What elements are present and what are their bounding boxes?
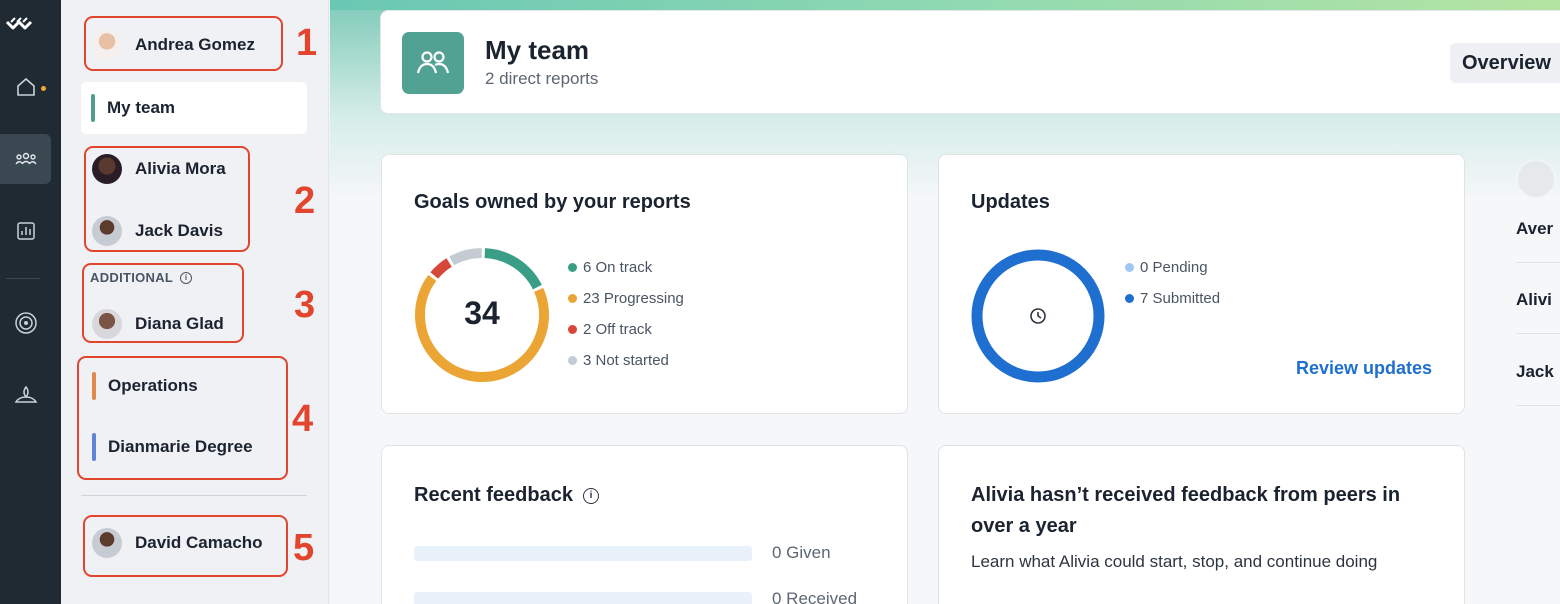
analytics-nav-button[interactable] (0, 206, 51, 256)
annotation-box-4 (77, 356, 288, 480)
page-header: My team 2 direct reports Overview (380, 10, 1560, 114)
sidebar-item-label: My team (107, 98, 176, 117)
sidebar-divider (81, 495, 307, 496)
team-sidebar: Andrea Gomez 1 My team Alivia Mora Jack … (61, 0, 329, 604)
legend-item: 0 Pending (1125, 259, 1208, 276)
team-icon (14, 152, 37, 165)
legend-dot (568, 325, 577, 334)
feedback-given-bar (414, 546, 752, 561)
goal-icon (14, 312, 37, 334)
feedback-received-bar (414, 592, 752, 604)
goals-card[interactable]: Goals owned by your reports 34 6 On trac… (381, 154, 908, 414)
feedback-card-title: Recent feedback i (414, 484, 599, 507)
row-divider (1516, 333, 1560, 334)
right-row-label: Aver (1516, 219, 1554, 238)
notification-dot (41, 86, 46, 91)
legend-item: 23 Progressing (568, 290, 684, 307)
legend-dot (568, 263, 577, 272)
updates-card-title: Updates (971, 191, 1050, 213)
donut-segment-3 (449, 248, 482, 266)
review-updates-link[interactable]: Review updates (1296, 358, 1432, 379)
donut-segment-0 (484, 248, 542, 290)
page-title: My team (485, 35, 590, 65)
avatar (1516, 159, 1556, 199)
overview-button[interactable]: Overview (1450, 43, 1560, 83)
info-icon[interactable]: i (582, 487, 599, 504)
annotation-number: 5 (293, 527, 315, 569)
peer-card-title: Alivia hasn’t received feedback from pee… (971, 484, 1401, 537)
sidebar-item-my-team[interactable]: My team (81, 82, 307, 134)
feedback-received-label: 0 Received (772, 589, 858, 604)
wellbeing-icon (14, 385, 37, 403)
legend-dot (1125, 263, 1134, 272)
updates-donut-chart (971, 249, 1105, 383)
wellbeing-nav-button[interactable] (0, 370, 51, 420)
recent-feedback-card[interactable]: Recent feedback i 0 Given 0 Received (381, 445, 908, 604)
chart-icon (16, 222, 35, 240)
legend-item: 7 Submitted (1125, 290, 1220, 307)
app-rail (0, 0, 61, 604)
feedback-given-label: 0 Given (772, 543, 831, 562)
clock-icon (1030, 308, 1046, 324)
legend-item: 3 Not started (568, 352, 669, 369)
row-divider (1516, 262, 1560, 263)
updates-card[interactable]: Updates 0 Pending 7 Submitted Review upd… (938, 154, 1465, 414)
legend-item: 2 Off track (568, 321, 652, 338)
peer-feedback-card[interactable]: Alivia hasn’t received feedback from pee… (938, 445, 1465, 604)
annotation-box-1 (84, 16, 283, 71)
annotation-box-5 (83, 515, 288, 577)
page-subtitle: 2 direct reports (485, 69, 599, 88)
goals-nav-button[interactable] (0, 298, 51, 348)
team-nav-button[interactable] (0, 134, 51, 184)
annotation-box-2 (84, 146, 250, 252)
goals-total: 34 (464, 295, 500, 331)
legend-dot (1125, 294, 1134, 303)
annotation-number: 2 (294, 180, 316, 222)
home-icon (16, 77, 35, 96)
annotation-number: 3 (294, 284, 316, 326)
legend-dot (568, 294, 577, 303)
peer-card-body: Learn what Alivia could start, stop, and… (971, 552, 1378, 571)
donut-segment-2 (430, 258, 452, 279)
legend-dot (568, 356, 577, 365)
team-color-bar (91, 94, 95, 122)
team-icon (402, 32, 464, 94)
annotation-box-3 (82, 263, 244, 343)
right-row-label[interactable]: Jack (1516, 362, 1554, 382)
legend-item: 6 On track (568, 259, 652, 276)
goals-card-title: Goals owned by your reports (414, 191, 691, 213)
annotation-number: 1 (296, 22, 318, 64)
rail-divider (6, 278, 40, 279)
main-content: My team 2 direct reports Overview Goals … (330, 0, 1560, 604)
logo-icon[interactable] (5, 14, 35, 36)
row-divider (1516, 405, 1560, 406)
annotation-number: 4 (292, 398, 314, 440)
right-row-label[interactable]: Alivi (1516, 290, 1552, 310)
